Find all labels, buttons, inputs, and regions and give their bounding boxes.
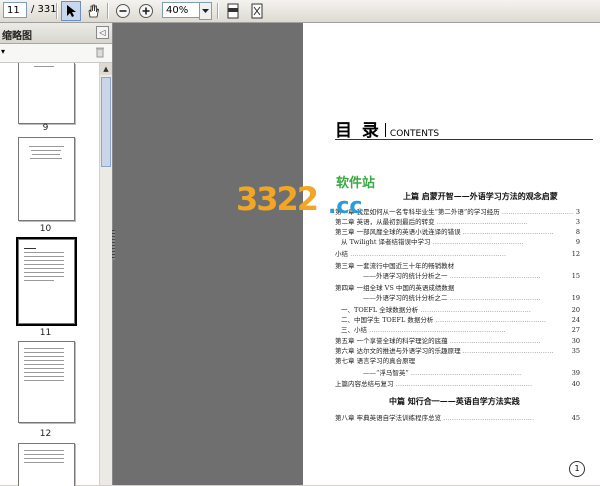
toc-entry[interactable]: 上篇内容总结与复习 ……………………………………………………… 40 [335, 380, 580, 389]
page-title: 目 录 CONTENTS [335, 116, 439, 141]
thumbnail-scrollbar[interactable]: ▲ [99, 63, 112, 485]
toc-entry[interactable]: 第五章 一个享誉全球的科学理论的底蕴 …………………………………… 30 [335, 337, 580, 346]
toolbar-divider [217, 3, 219, 19]
thumbnail-page-9[interactable] [18, 63, 75, 124]
zoom-level-field[interactable]: 40% [162, 2, 200, 18]
part-heading: 中篇 知行合一——英语自学方法实践 [389, 396, 520, 406]
thumbnail-panel-title: 缩略图 [2, 31, 32, 42]
thumbnail-label: 12 [39, 429, 52, 439]
toolbar-divider [56, 3, 58, 19]
thumbnail-label: 9 [42, 123, 49, 133]
heading-rule [335, 139, 593, 140]
page-number-input[interactable]: 11 [3, 2, 27, 18]
contents-heading-en: CONTENTS [389, 129, 440, 139]
trash-icon[interactable] [95, 46, 105, 58]
thumbnail-toolbar: ▾ [0, 44, 112, 63]
document-viewport-background [113, 23, 303, 485]
thumbnail-page-12[interactable] [18, 341, 75, 423]
fit-window-icon [251, 3, 263, 19]
toc-entry[interactable]: 第八章 牢典英语自学法训练程序总览 …………………………………… 45 [335, 414, 580, 423]
fit-page-icon [227, 3, 239, 19]
toc-entry[interactable]: 三、小结 ……………………………………………………… 27 [341, 326, 580, 335]
chevron-down-icon [202, 8, 209, 13]
collapse-panel-icon[interactable]: ◁ [96, 26, 109, 39]
thumbnail-panel: 缩略图 ◁ ▾ 9 10 11 12 ▲ [0, 23, 113, 486]
toc-entry[interactable]: 从 Twilight 译者结错误中学习 …………………………………… 9 [341, 238, 580, 247]
page-number-badge: 1 [569, 461, 585, 477]
fit-width-button[interactable] [223, 1, 243, 21]
hand-icon [88, 4, 99, 18]
hand-tool-button[interactable] [83, 1, 103, 21]
document-page: 目 录 CONTENTS 上篇 启蒙开智——外语学习方法的观念启蒙 第一章 我是如… [303, 23, 600, 485]
zoom-in-button[interactable] [136, 1, 156, 21]
toc-entry[interactable]: 第六章 达尔文的推进与外语学习的乐趣原理 …………………………………… 35 [335, 347, 580, 356]
zoom-out-icon [116, 4, 130, 18]
toc-entry[interactable]: ——外语学习的统计分析之一 …………………………………… 15 [363, 272, 580, 281]
watermark-logo: 软件站 3322 .cc [236, 170, 376, 230]
toc-entry[interactable]: ——“浮马智英” …………………………………………… 39 [363, 369, 580, 378]
scroll-up-icon[interactable]: ▲ [100, 63, 112, 75]
thumbnail-label: 10 [39, 224, 52, 234]
thumbnail-panel-header: 缩略图 ◁ [0, 23, 112, 44]
toc-entry[interactable]: 小结 ……………………………………………………………… 12 [335, 250, 580, 259]
toc-entry[interactable]: 第四章 一组全球 VS 中国的英语成绩数据 [335, 284, 580, 293]
thumbnail-page-13[interactable] [18, 443, 75, 486]
page-total-label: / 331 [31, 4, 57, 15]
toolbar-divider [107, 3, 109, 19]
toolbar: 11 / 331 40% [0, 0, 600, 23]
zoom-out-button[interactable] [113, 1, 133, 21]
thumbnail-page-11[interactable] [16, 237, 77, 326]
toc-entry[interactable]: 二、中国学生 TOEFL 数据分析 …………………………………………… 24 [341, 316, 580, 325]
zoom-in-icon [139, 4, 153, 18]
zoom-dropdown-button[interactable] [199, 2, 212, 20]
cursor-arrow-icon [67, 5, 76, 17]
watermark-site-text: 软件站 [336, 176, 376, 191]
select-tool-button[interactable] [61, 1, 81, 21]
thumbnail-label: 11 [39, 328, 52, 338]
watermark-suffix: .cc [328, 194, 363, 219]
contents-heading-zh: 目 录 [335, 121, 381, 141]
toc-entry[interactable]: 第七章 语言学习的真合原理 [335, 357, 580, 366]
toc-entry[interactable]: 一、TOEFL 全球数据分析 …………………………………………… 20 [341, 306, 580, 315]
panel-splitter-handle[interactable] [112, 230, 115, 260]
toc-entry[interactable]: 第三章 一套流行中国近三十年的畅销教材 [335, 262, 580, 271]
fit-window-button[interactable] [247, 1, 267, 21]
toc-entry[interactable]: ——外语学习的统计分析之二 …………………………………… 19 [363, 294, 580, 303]
thumbnail-page-10[interactable] [18, 137, 75, 221]
options-chevron-icon[interactable]: ▾ [1, 47, 5, 56]
scrollbar-thumb[interactable] [101, 77, 111, 167]
part-heading: 上篇 启蒙开智——外语学习方法的观念启蒙 [403, 191, 558, 201]
watermark-number: 3322 [236, 180, 319, 218]
